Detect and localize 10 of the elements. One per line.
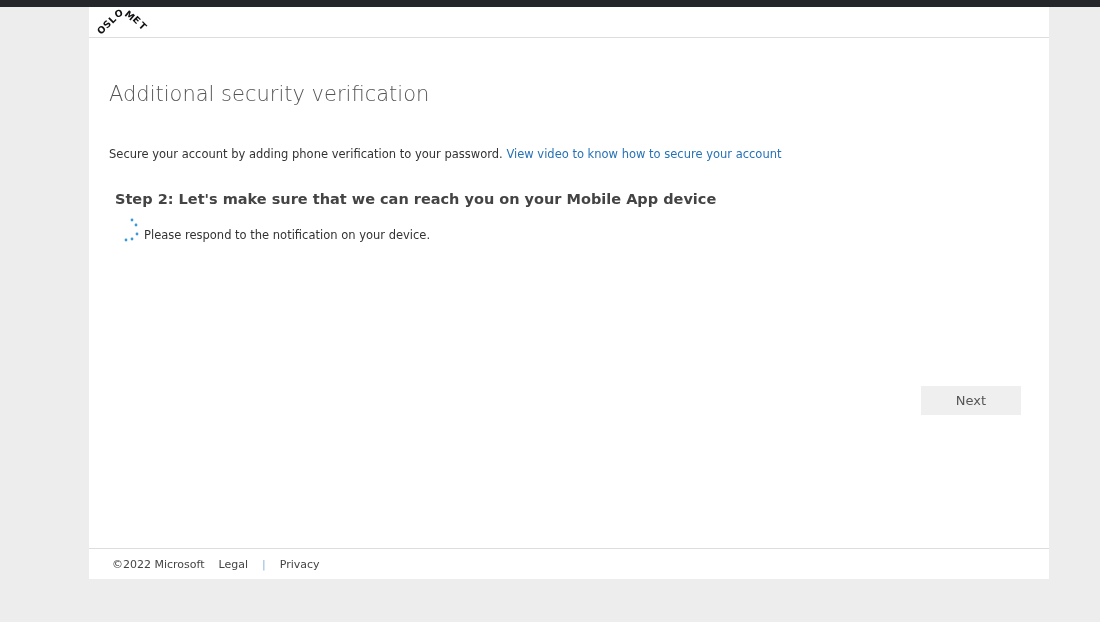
legal-link[interactable]: Legal xyxy=(218,557,249,571)
video-link[interactable]: View video to know how to secure your account xyxy=(506,147,782,161)
page-title: Additional security verification xyxy=(109,82,431,106)
copyright-text: ©2022 Microsoft xyxy=(112,557,205,571)
spinner-icon xyxy=(123,218,141,242)
status-text: Please respond to the notification on your device. xyxy=(144,228,431,242)
separator: | xyxy=(262,557,266,571)
privacy-link[interactable]: Privacy xyxy=(279,557,320,571)
step-heading: Step 2: Let's make sure that we can reach you on your Mobile App device xyxy=(115,191,718,207)
intro-text: Secure your account by adding phone verification to your password. View video to know how to secure your account xyxy=(109,147,783,161)
